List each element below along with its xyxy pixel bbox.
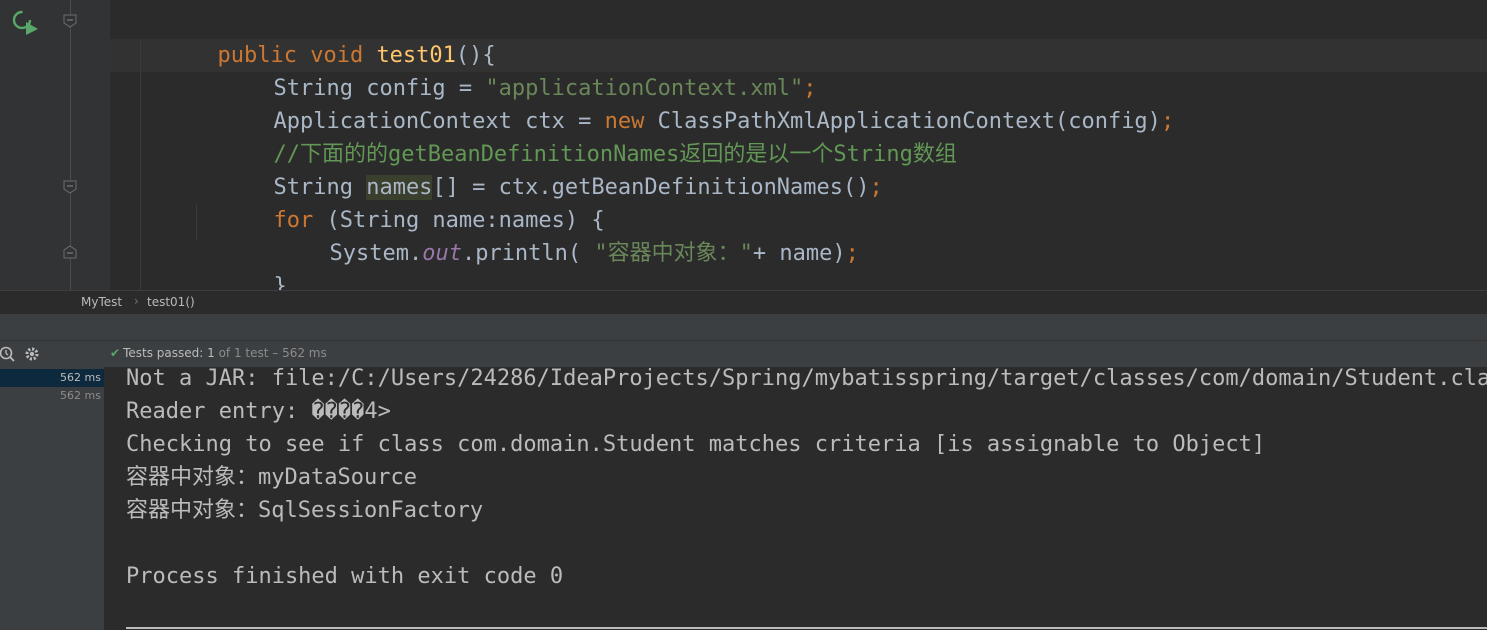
breadcrumb: MyTest › test01() [0,290,1487,315]
code-token: } [273,274,287,290]
code-line: System.out.println( "容器中对象："+ name); [250,204,858,266]
status-detail: of 1 test – 562 ms [218,346,327,360]
checkmark-icon: ✔ [110,346,121,360]
code-line: String names[] = ctx.getBeanDefinitionNa… [194,138,883,200]
code-token: "容器中对象：" [594,241,753,266]
code-line: public void test01(){ [138,6,495,68]
history-icon[interactable] [0,345,16,363]
breadcrumb-class[interactable]: MyTest [81,295,122,309]
console-line: Checking to see if class com.domain.Stud… [126,432,1266,457]
test-tree-row[interactable]: 562 ms [0,369,104,387]
code-token: + name) [752,241,846,266]
console-line: Process finished with exit code 0 [126,564,564,589]
status-label: Tests passed: [123,346,204,360]
test-duration: 562 ms [60,371,101,384]
code-token: .println( [461,241,595,266]
fold-icon[interactable] [63,14,77,28]
code-token: ; [869,175,883,200]
code-editor[interactable]: public void test01(){ String config = "a… [0,0,1487,290]
test-duration: 562 ms [60,389,101,402]
test-status: ✔ Tests passed: 1 of 1 test – 562 ms [110,346,327,360]
panel-divider [0,314,1487,340]
run-toolbar: ✔ Tests passed: 1 of 1 test – 562 ms [0,340,1487,368]
code-line: //下面的的getBeanDefinitionNames返回的是以一个Strin… [194,105,956,167]
console-line: Not a JAR: file:/C:/Users/24286/IdeaProj… [126,367,1487,391]
test-tree-row[interactable]: 562 ms [0,387,104,405]
code-line: for (String name:names) { [194,171,604,233]
fold-icon[interactable] [63,180,77,194]
console-line: Reader entry: ����4> [126,399,391,424]
console-line: 容器中对象：SqlSessionFactory [126,498,484,523]
code-token: System. [329,241,423,266]
code-token: ; [845,241,859,266]
code-line: } [194,237,286,290]
console-output[interactable]: Not a JAR: file:/C:/Users/24286/IdeaProj… [105,367,1487,630]
fold-icon[interactable] [63,245,77,259]
test-results-tree: 562 ms 562 ms [0,367,105,630]
code-line: ApplicationContext ctx = new ClassPathXm… [194,72,1174,134]
console-line: 容器中对象：myDataSource [126,465,417,490]
run-test-icon[interactable] [10,8,40,36]
settings-gear-icon[interactable] [23,345,41,363]
breadcrumb-separator-icon: › [134,294,139,308]
editor-gutter [0,0,110,290]
code-token: out [422,241,462,266]
code-token: ; [1160,109,1175,134]
breadcrumb-method[interactable]: test01() [147,295,195,309]
code-line: String config = "applicationContext.xml"… [194,39,816,101]
status-count: 1 [207,346,215,360]
console-bottom-rule [126,627,1487,629]
